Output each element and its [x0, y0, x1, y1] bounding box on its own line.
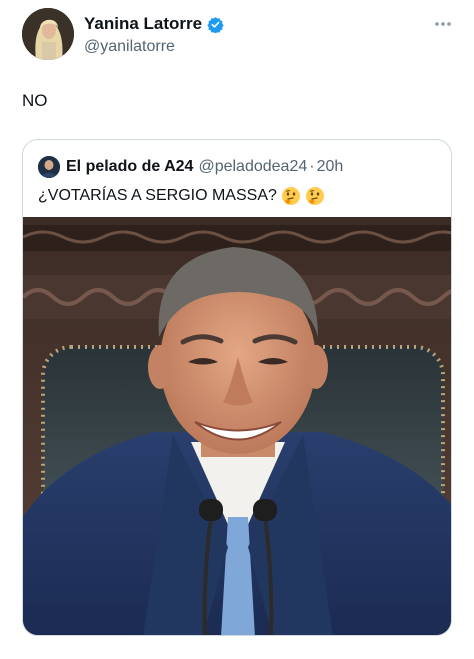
tweet-header: Yanina Latorre @yanilatorre	[22, 8, 454, 62]
quoted-timestamp[interactable]: 20h	[317, 158, 344, 176]
quoted-author-name[interactable]: El pelado de A24	[66, 158, 193, 176]
quoted-author-avatar[interactable]	[38, 156, 60, 178]
quoted-tweet-text: ¿VOTARÍAS A SERGIO MASSA?	[38, 187, 277, 204]
quoted-tweet-card[interactable]: El pelado de A24 @peladodea24 · 20h ¿VOT…	[22, 139, 452, 636]
thinking-face-emoji-icon	[305, 186, 325, 206]
quoted-tweet-header: El pelado de A24 @peladodea24 · 20h	[38, 156, 344, 178]
quoted-tweet-text-row: ¿VOTARÍAS A SERGIO MASSA?	[38, 186, 325, 206]
separator-dot: ·	[309, 158, 315, 175]
quoted-tweet-photo[interactable]	[23, 217, 451, 635]
verified-badge-icon	[207, 16, 224, 34]
quoted-author-handle[interactable]: @peladodea24	[198, 158, 307, 176]
author-avatar[interactable]	[22, 8, 74, 60]
tweet-text: NO	[22, 91, 48, 110]
thinking-face-emoji-icon	[281, 186, 301, 206]
author-name[interactable]: Yanina Latorre	[84, 14, 202, 34]
author-handle[interactable]: @yanilatorre	[84, 38, 224, 56]
more-horizontal-icon[interactable]	[434, 14, 452, 30]
